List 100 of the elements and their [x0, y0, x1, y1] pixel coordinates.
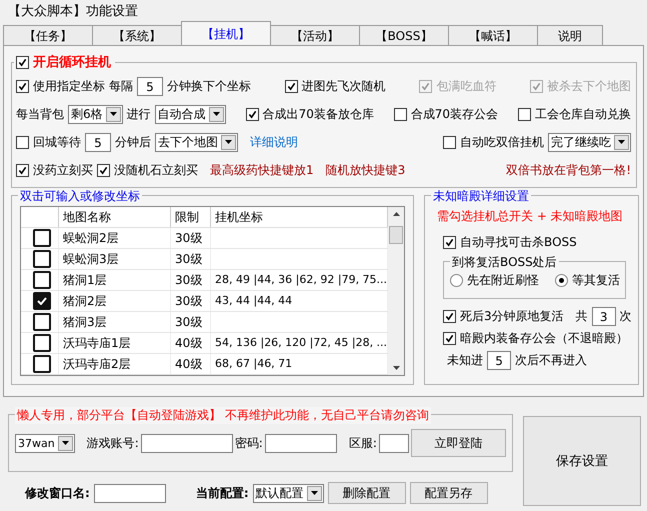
dropdown[interactable]: 去下个地图: [155, 132, 238, 152]
label: 进行: [126, 106, 151, 122]
table-cell: 沃玛寺庙1层: [59, 333, 171, 353]
table-cell: 40级: [171, 354, 211, 374]
tab[interactable]: 【活动】: [270, 25, 360, 45]
check-icon: [36, 297, 46, 305]
tab[interactable]: 【喊话】: [448, 25, 538, 45]
checkbox[interactable]: [32, 229, 50, 247]
checkbox[interactable]: [32, 355, 50, 373]
label: 当前配置:: [196, 484, 249, 502]
checkbox-label[interactable]: 没药立刻买: [33, 162, 93, 178]
checkbox[interactable]: [16, 80, 29, 92]
checkbox-label[interactable]: 合成70装存公会: [410, 106, 498, 122]
checkbox-label[interactable]: 回城等待: [33, 134, 81, 150]
checkbox[interactable]: [16, 136, 29, 148]
group-title: 到将复活BOSS处后: [450, 254, 559, 271]
checkbox[interactable]: [443, 310, 456, 322]
label: 次: [620, 308, 632, 324]
label: 游戏账号:: [86, 434, 139, 452]
table-cell: 猪洞1层: [59, 270, 171, 290]
table-cell: 蜈蚣洞2层: [59, 228, 171, 248]
caret-icon: [614, 134, 629, 150]
help-link[interactable]: 详细说明: [250, 134, 298, 150]
dropdown[interactable]: 自动合成: [154, 104, 226, 124]
checkbox-label[interactable]: 进图先飞次随机: [302, 78, 386, 94]
checkbox-label[interactable]: 死后3分钟原地复活: [460, 308, 564, 324]
radio-label[interactable]: 先在附近刷怪: [467, 272, 540, 289]
checkbox[interactable]: [443, 136, 456, 148]
group-title: 懒人专用，部分平台【自动登陆游戏】 不再维护此功能，无自己平台请勿咨询: [15, 407, 431, 424]
table-cell: 40级: [171, 333, 211, 353]
table-cell: 30级: [171, 312, 211, 332]
caret-icon: [306, 486, 322, 500]
save-button[interactable]: 保存设置: [523, 416, 641, 506]
group-title: 开启循环挂机: [33, 54, 111, 71]
checkbox-label[interactable]: 暗殿内装备存公会（不退暗殿）: [460, 330, 628, 346]
input-field[interactable]: 5: [137, 76, 163, 96]
caret-icon: [58, 436, 73, 450]
checkbox[interactable]: [518, 108, 531, 120]
checkbox[interactable]: [32, 334, 50, 352]
table-cell: 30级: [171, 249, 211, 269]
checkbox[interactable]: [443, 332, 456, 344]
checkbox[interactable]: [16, 164, 29, 176]
hint-text: 最高级药快捷键放1: [210, 162, 314, 178]
checkbox[interactable]: [32, 292, 50, 310]
group-title: 双击可输入或修改坐标: [18, 188, 142, 205]
checkbox-label[interactable]: 合成出70装备放仓库: [262, 106, 374, 122]
table-cell: 猪洞3层: [59, 312, 171, 332]
input-field[interactable]: 3: [592, 306, 616, 326]
label: 分钟换下个坐标: [167, 78, 251, 94]
input-field[interactable]: 5: [487, 350, 512, 370]
scrollbar[interactable]: [388, 207, 404, 375]
checkbox[interactable]: [16, 56, 29, 68]
dropdown[interactable]: 默认配置: [252, 484, 324, 502]
label: 区服:: [348, 434, 377, 452]
label: 分钟后: [115, 134, 151, 150]
checkbox[interactable]: [246, 108, 259, 120]
tab[interactable]: 【BOSS】: [359, 25, 449, 45]
login-button[interactable]: 立即登陆: [410, 429, 506, 457]
input-field[interactable]: [264, 434, 337, 452]
tab[interactable]: 【系统】: [92, 25, 182, 45]
checkbox[interactable]: [394, 108, 407, 120]
dropdown[interactable]: 剩6格: [68, 104, 123, 124]
tab[interactable]: 说明: [537, 25, 603, 45]
tab[interactable]: 【挂机】: [181, 21, 271, 45]
tab[interactable]: 【任务】: [3, 25, 93, 45]
caret-icon: [106, 106, 121, 122]
checkbox[interactable]: [443, 236, 456, 248]
table-cell: 30级: [171, 228, 211, 248]
radio-button[interactable]: [450, 274, 464, 287]
checkbox[interactable]: [32, 271, 50, 289]
checkbox-label[interactable]: 自动寻找可击杀BOSS: [460, 234, 577, 250]
config-button[interactable]: 删除配置: [328, 482, 406, 504]
input-field[interactable]: [378, 434, 409, 452]
dropdown[interactable]: 37wan: [15, 434, 75, 452]
table-cell: 30级: [171, 291, 211, 311]
config-button[interactable]: 配置另存: [410, 482, 488, 504]
table-cell: 猪洞2层: [59, 291, 171, 311]
dropdown[interactable]: 完了继续吃: [548, 132, 631, 152]
checkbox-label[interactable]: 使用指定坐标: [33, 78, 105, 94]
input-field[interactable]: [140, 434, 233, 452]
label: 每隔: [109, 78, 133, 94]
scroll-down-icon[interactable]: [392, 366, 400, 370]
scroll-thumb[interactable]: [389, 226, 404, 244]
checkbox[interactable]: [97, 164, 110, 176]
checkbox-label[interactable]: 没随机石立刻买: [114, 162, 198, 178]
input-field[interactable]: [94, 484, 166, 502]
table-cell: 沃玛寺庙2层: [59, 354, 171, 374]
checkbox[interactable]: [32, 313, 50, 331]
checkbox-label[interactable]: 自动吃双倍挂机: [460, 134, 544, 150]
radio-button[interactable]: [555, 274, 568, 287]
checkbox[interactable]: [284, 80, 298, 92]
checkbox[interactable]: [32, 250, 50, 268]
caret-icon: [208, 106, 224, 122]
input-field[interactable]: 5: [85, 132, 111, 152]
radio-label[interactable]: 等其复活: [572, 272, 620, 289]
label: 次后不再进入: [515, 352, 588, 368]
scroll-up-icon[interactable]: [392, 212, 400, 216]
window-title: 【大众脚本】功能设置: [7, 3, 139, 21]
hint-text: 随机放快捷键3: [326, 162, 406, 178]
checkbox-label[interactable]: 工会仓库自动兑换: [534, 106, 631, 122]
